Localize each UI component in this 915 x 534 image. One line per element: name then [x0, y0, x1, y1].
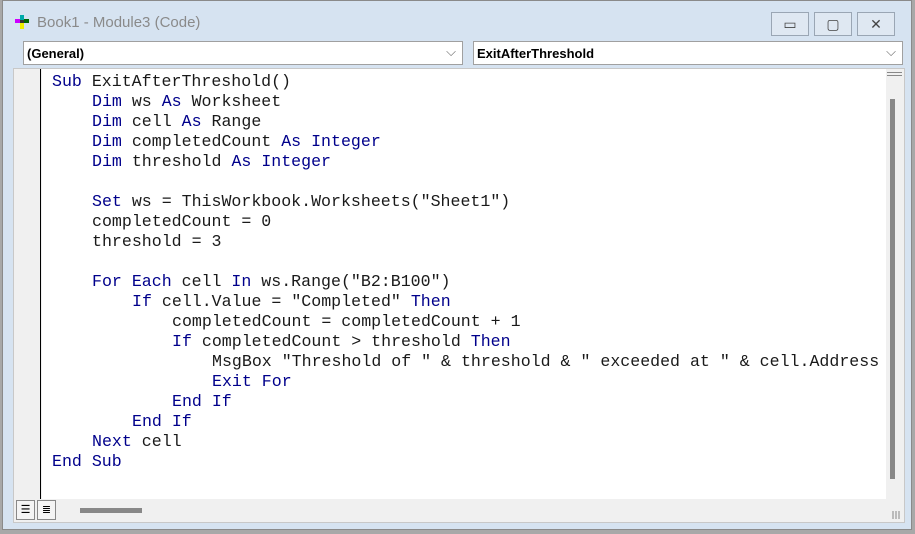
code-line[interactable]: completedCount = completedCount + 1	[172, 312, 521, 332]
chevron-down-icon: ⌵	[446, 44, 456, 59]
vba-module-icon	[15, 15, 29, 29]
procedure-dropdown[interactable]: ExitAfterThreshold ⌵	[473, 41, 903, 65]
window-title: Book1 - Module3 (Code)	[37, 14, 201, 31]
code-line[interactable]: For Each cell In ws.Range("B2:B100")	[92, 272, 451, 292]
code-keyword: As	[281, 132, 312, 151]
split-bar[interactable]	[887, 72, 902, 76]
code-keyword: End Sub	[52, 452, 122, 471]
code-keyword: Dim	[92, 112, 132, 131]
procedure-dropdown-value: ExitAfterThreshold	[477, 46, 595, 61]
code-keyword: End If	[172, 392, 232, 411]
code-text: Worksheet	[191, 92, 282, 111]
code-line[interactable]: Exit For	[212, 372, 292, 392]
code-line[interactable]: Sub ExitAfterThreshold()	[52, 72, 291, 92]
code-keyword: As	[181, 112, 212, 131]
code-line[interactable]: completedCount = 0	[92, 212, 271, 232]
close-button[interactable]: ✕	[857, 12, 895, 36]
code-keyword: In	[231, 272, 262, 291]
code-keyword: Dim	[92, 152, 132, 171]
code-text: cell.Value = "Completed"	[161, 292, 411, 311]
code-line[interactable]: Dim threshold As Integer	[92, 152, 331, 172]
code-text: threshold = 3	[92, 232, 222, 251]
resize-grip-icon[interactable]	[892, 511, 900, 519]
code-keyword: Integer	[311, 132, 381, 151]
code-keyword: As	[161, 92, 192, 111]
code-line[interactable]: Set ws = ThisWorkbook.Worksheets("Sheet1…	[92, 192, 510, 212]
margin-indicator-bar[interactable]	[14, 69, 41, 499]
code-text: cell	[131, 112, 182, 131]
code-keyword: End If	[132, 412, 192, 431]
code-text: completedCount > threshold	[201, 332, 471, 351]
code-text: cell	[141, 432, 182, 451]
code-line[interactable]: threshold = 3	[92, 232, 221, 252]
code-line[interactable]: End Sub	[52, 452, 122, 472]
code-line[interactable]: If completedCount > threshold Then	[172, 332, 511, 352]
code-text: completedCount = 0	[92, 212, 272, 231]
horizontal-scroll-thumb[interactable]	[80, 508, 142, 513]
chevron-down-icon: ⌵	[886, 44, 896, 59]
code-text: completedCount	[131, 132, 282, 151]
code-line[interactable]: If cell.Value = "Completed" Then	[132, 292, 451, 312]
code-line[interactable]: MsgBox "Threshold of " & threshold & " e…	[212, 352, 879, 372]
code-line[interactable]: Dim cell As Range	[92, 112, 261, 132]
vertical-scrollbar[interactable]	[886, 69, 904, 499]
full-module-view-button[interactable]: ≣	[37, 500, 56, 520]
code-text: ws.Range("B2:B100")	[261, 272, 451, 291]
code-line[interactable]: End If	[132, 412, 192, 432]
object-dropdown-value: (General)	[27, 46, 85, 61]
code-text: Range	[211, 112, 262, 131]
code-text: completedCount = completedCount + 1	[172, 312, 521, 331]
title-bar[interactable]: Book1 - Module3 (Code) ▭ ▢ ✕	[3, 1, 911, 39]
code-keyword: Next	[92, 432, 142, 451]
code-keyword: For Each	[92, 272, 182, 291]
code-keyword: If	[132, 292, 162, 311]
code-line[interactable]: Dim ws As Worksheet	[92, 92, 281, 112]
code-keyword: Set	[92, 192, 132, 211]
code-text: cell	[181, 272, 232, 291]
code-text: ws = ThisWorkbook.Worksheets("Sheet1")	[131, 192, 511, 211]
code-text: ExitAfterThreshold()	[91, 72, 292, 91]
code-keyword: Then	[470, 332, 511, 351]
code-window: Book1 - Module3 (Code) ▭ ▢ ✕ (General) ⌵…	[2, 0, 912, 530]
vertical-scroll-thumb[interactable]	[890, 99, 895, 479]
procedure-view-button[interactable]: ☰	[16, 500, 35, 520]
code-text: threshold	[131, 152, 232, 171]
code-text: MsgBox "Threshold of " & threshold & " e…	[212, 352, 880, 371]
code-text: ws	[131, 92, 162, 111]
code-line[interactable]: Dim completedCount As Integer	[92, 132, 381, 152]
code-keyword: As	[231, 152, 262, 171]
code-editor: Sub ExitAfterThreshold() Dim ws As Worksh…	[13, 68, 905, 523]
object-dropdown[interactable]: (General) ⌵	[23, 41, 463, 65]
code-keyword: Integer	[261, 152, 332, 171]
code-keyword: Exit For	[212, 372, 292, 391]
restore-button[interactable]: ▢	[814, 12, 852, 36]
code-line[interactable]: Next cell	[92, 432, 182, 452]
code-keyword: If	[172, 332, 202, 351]
code-keyword: Dim	[92, 92, 132, 111]
code-keyword: Then	[410, 292, 451, 311]
code-keyword: Sub	[52, 72, 92, 91]
code-pane[interactable]: Sub ExitAfterThreshold() Dim ws As Worksh…	[42, 69, 893, 499]
code-keyword: Dim	[92, 132, 132, 151]
minimize-button[interactable]: ▭	[771, 12, 809, 36]
code-line[interactable]: End If	[172, 392, 232, 412]
horizontal-scrollbar[interactable]: ☰ ≣	[14, 499, 904, 522]
